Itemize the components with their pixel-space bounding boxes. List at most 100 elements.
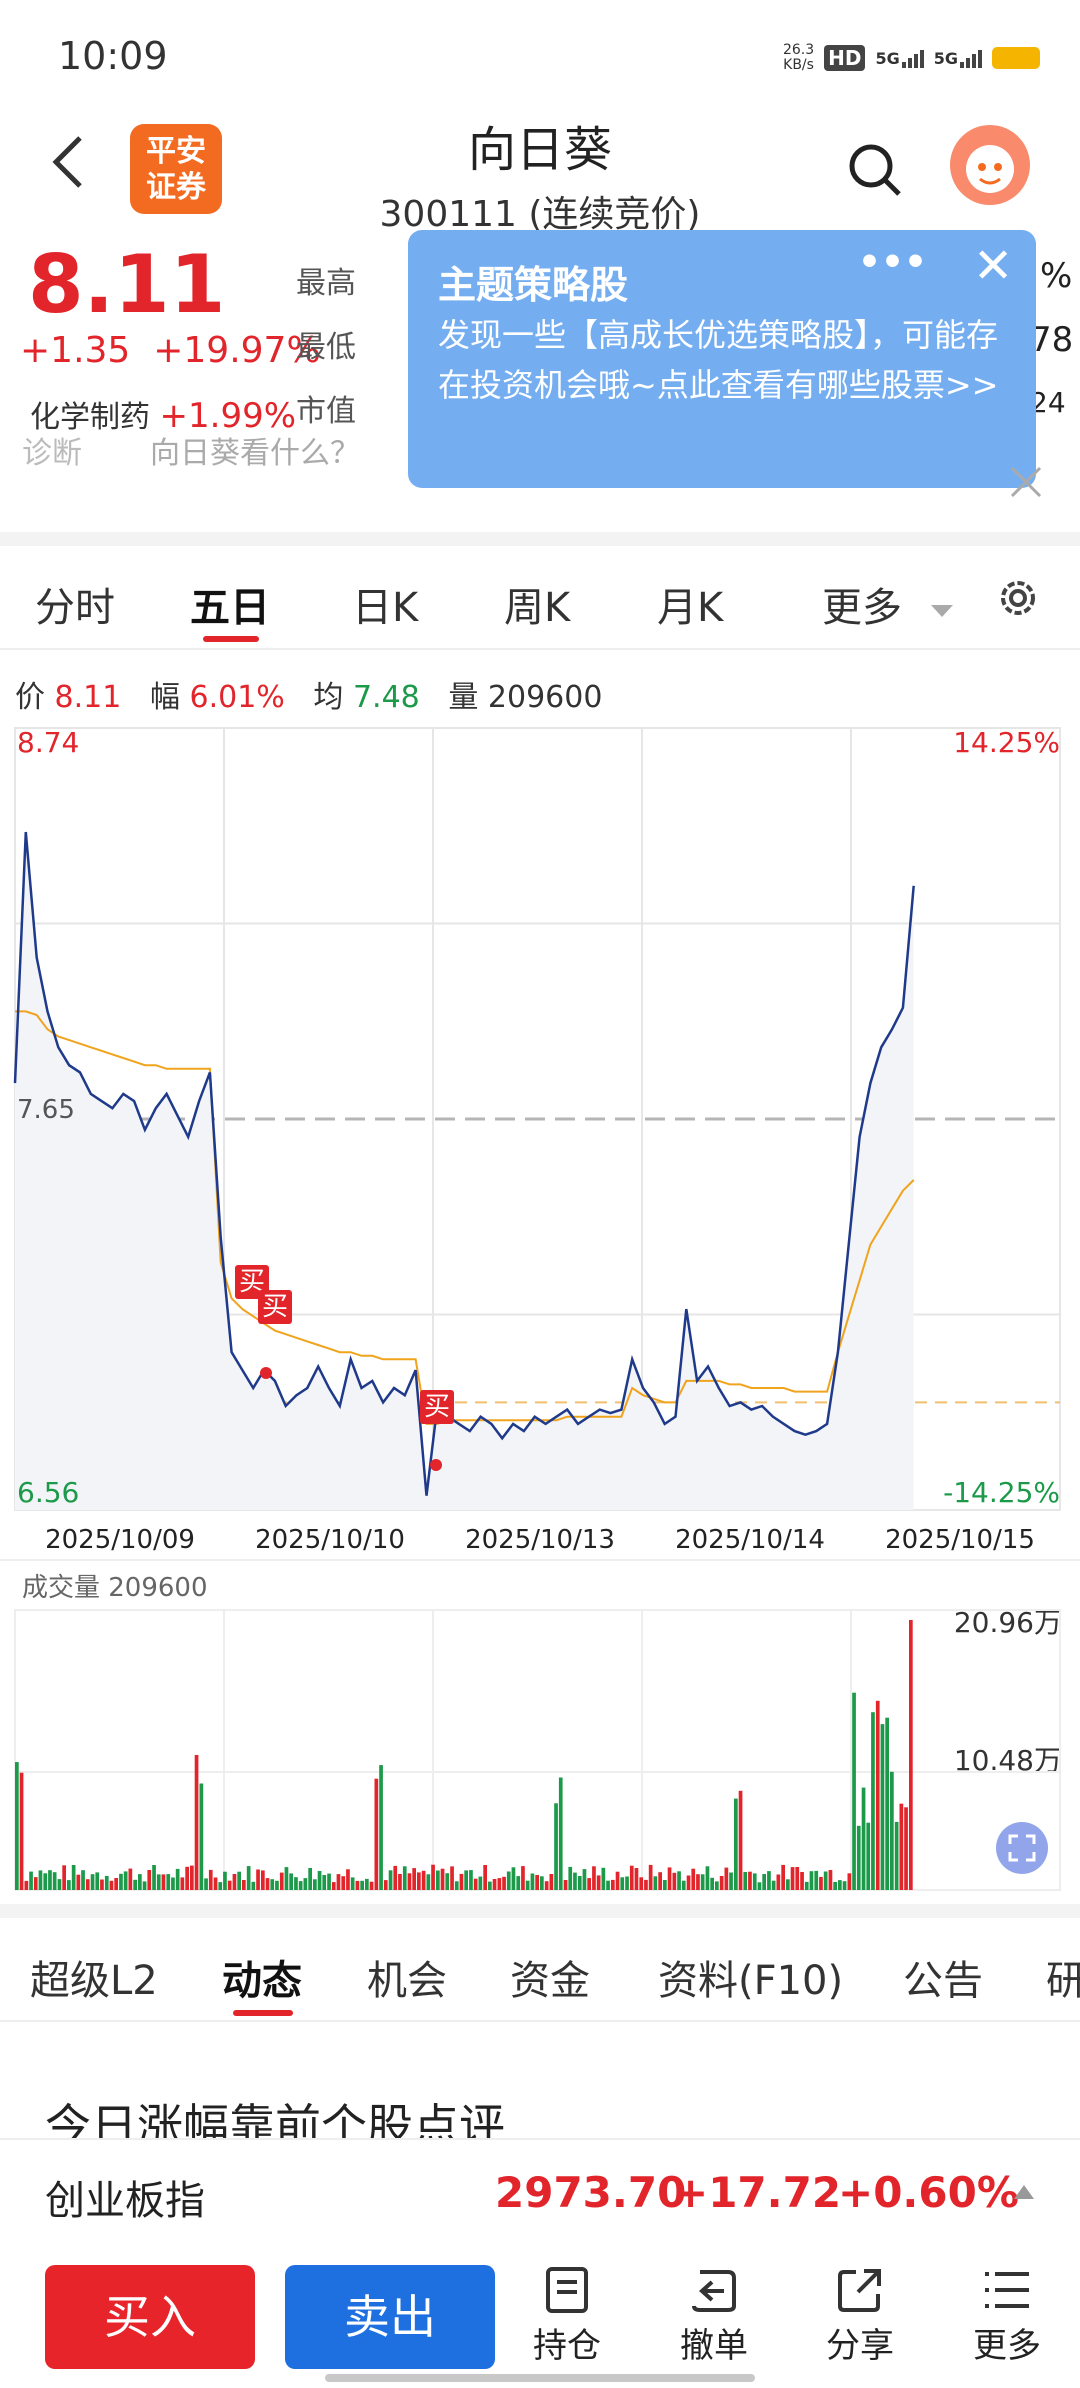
- volume-bar: [724, 1867, 729, 1890]
- cap-label: 市值: [296, 394, 356, 429]
- volume-bar: [426, 1874, 431, 1890]
- tab-monthly-k[interactable]: 月K: [657, 575, 723, 633]
- volume-bar: [180, 1877, 185, 1890]
- volume-bar: [540, 1876, 544, 1890]
- volume-bar: [752, 1873, 757, 1890]
- tab-intraday[interactable]: 分时: [35, 575, 115, 633]
- tab-f10[interactable]: 资料(F10): [658, 1948, 843, 2006]
- crosshair-info: 价 8.11 幅 6.01% 均 7.48 量 209600: [15, 680, 603, 715]
- volume-bar: [596, 1875, 601, 1890]
- settings-gear-icon[interactable]: [995, 575, 1041, 625]
- volume-bar: [639, 1877, 644, 1890]
- volume-bar: [156, 1874, 161, 1890]
- volume-bar: [62, 1865, 66, 1890]
- volume-bar: [119, 1873, 123, 1890]
- volume-bar: [568, 1866, 573, 1890]
- volume-bar: [445, 1873, 450, 1890]
- tab-funds[interactable]: 资金: [510, 1948, 590, 2006]
- tab-announcements[interactable]: 公告: [903, 1948, 983, 2006]
- volume-bar: [100, 1879, 104, 1890]
- volume-bar: [663, 1880, 667, 1890]
- positions-button[interactable]: 持仓: [512, 2262, 622, 2367]
- menu-icon: [952, 2262, 1062, 2318]
- diagnosis-text[interactable]: 向日葵看什么？: [150, 428, 360, 472]
- volume-bar: [648, 1864, 653, 1890]
- signal-icon-2: 5G: [934, 49, 982, 68]
- volume-bar: [554, 1803, 558, 1890]
- cancel-order-button[interactable]: 撤单: [659, 2262, 769, 2367]
- strategy-popup[interactable]: 主题策略股 ••• ✕ 发现一些【高成长优选策略股】，可能存在投资机会哦~点此查…: [408, 230, 1036, 488]
- share-icon: [805, 2262, 915, 2318]
- volume-bar: [511, 1867, 516, 1890]
- buy-button[interactable]: 买入: [45, 2265, 255, 2369]
- volume-bar: [52, 1872, 57, 1890]
- caret-up-icon[interactable]: [1012, 2183, 1036, 2205]
- volume-bar: [525, 1880, 530, 1890]
- volume-bar: [582, 1869, 587, 1890]
- volume-bar: [104, 1875, 109, 1890]
- volume-bar: [294, 1877, 298, 1890]
- volume-bar: [436, 1870, 440, 1890]
- volume-bar: [33, 1877, 38, 1890]
- popup-body[interactable]: 发现一些【高成长优选策略股】，可能存在投资机会哦~点此查看有哪些股票>>: [438, 310, 1012, 410]
- chevron-down-icon: [930, 605, 953, 617]
- volume-bar: [190, 1865, 194, 1890]
- volume-bar: [473, 1878, 478, 1890]
- low-label: 最低: [296, 330, 356, 365]
- volume-bar: [48, 1870, 52, 1890]
- volume-bar: [336, 1874, 341, 1890]
- tab-five-day[interactable]: 五日: [190, 575, 270, 633]
- more-button[interactable]: 更多: [952, 2262, 1062, 2367]
- volume-bar: [218, 1882, 223, 1890]
- volume-bar: [374, 1778, 379, 1890]
- volume-bar: [251, 1881, 256, 1890]
- document-icon: [512, 2262, 622, 2318]
- volume-bar: [786, 1879, 790, 1890]
- volume-bar: [270, 1879, 275, 1890]
- tab-news[interactable]: 动态: [222, 1948, 302, 2006]
- volume-bar: [213, 1877, 218, 1890]
- volume-bar: [81, 1870, 85, 1890]
- volume-bar: [856, 1825, 861, 1890]
- volume-bar: [15, 1762, 19, 1890]
- volume-bar: [327, 1873, 331, 1890]
- sell-button[interactable]: 卖出: [285, 2265, 495, 2369]
- volume-bar: [615, 1871, 620, 1890]
- volume-bar: [402, 1866, 407, 1890]
- five-day-chart[interactable]: 买买买 8.746.567.6514.25%-14.25%2025/10/09 2…: [0, 720, 1080, 1900]
- volume-bar: [147, 1870, 152, 1890]
- popup-close-icon[interactable]: ✕: [973, 238, 1013, 294]
- volume-bar: [700, 1874, 705, 1890]
- volume-bar: [549, 1874, 554, 1890]
- volume-bar: [767, 1871, 771, 1890]
- tab-super-l2[interactable]: 超级L2: [30, 1948, 158, 2006]
- tab-research[interactable]: 研: [1046, 1948, 1080, 2006]
- buy-point: [260, 1367, 272, 1379]
- share-button[interactable]: 分享: [805, 2262, 915, 2367]
- volume-bar: [417, 1872, 421, 1890]
- diagnosis-label[interactable]: 诊断: [22, 428, 82, 472]
- volume-bar: [114, 1878, 118, 1890]
- volume-bar: [142, 1881, 147, 1890]
- search-icon[interactable]: [845, 140, 905, 204]
- volume-bar: [194, 1755, 199, 1890]
- volume-bar: [847, 1873, 852, 1890]
- volume-bar: [57, 1879, 62, 1890]
- tab-daily-k[interactable]: 日K: [352, 575, 418, 633]
- tab-more[interactable]: 更多: [822, 575, 955, 633]
- volume-bar: [871, 1712, 875, 1890]
- volume-bar: [469, 1870, 473, 1890]
- volume-bar: [29, 1871, 33, 1890]
- close-icon[interactable]: [1008, 460, 1044, 511]
- tab-weekly-k[interactable]: 周K: [504, 575, 570, 633]
- volume-bar: [795, 1867, 800, 1890]
- assistant-avatar-icon[interactable]: [950, 125, 1030, 205]
- volume-bar: [464, 1870, 468, 1890]
- more-icon[interactable]: •••: [858, 242, 927, 283]
- volume-bar: [880, 1724, 885, 1890]
- volume-bar: [729, 1872, 733, 1890]
- volume-bar: [819, 1876, 823, 1890]
- tab-opportunity[interactable]: 机会: [367, 1948, 447, 2006]
- volume-bar: [842, 1881, 847, 1890]
- volume-bar: [71, 1865, 76, 1890]
